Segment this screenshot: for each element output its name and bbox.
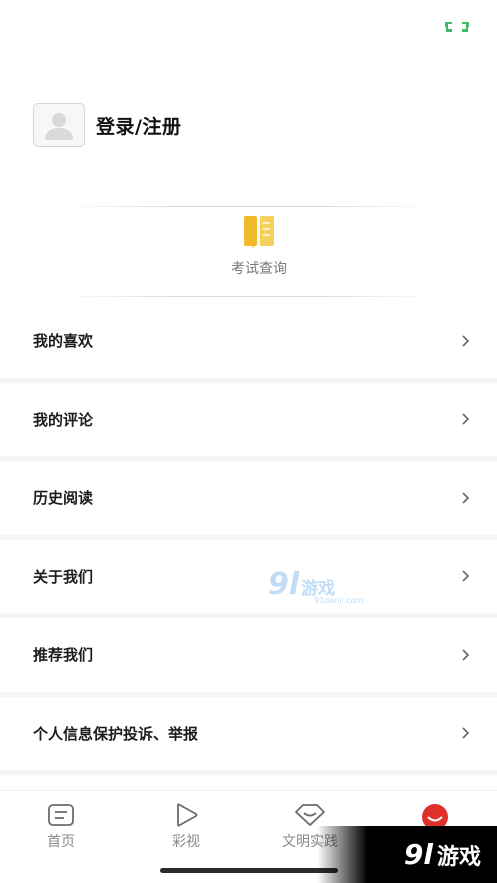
chevron-right-icon xyxy=(462,570,470,582)
user-placeholder-icon xyxy=(33,103,85,147)
tab-home[interactable]: 首页 xyxy=(16,803,106,851)
play-icon xyxy=(177,803,198,827)
settings-menu: 我的喜欢 我的评论 历史阅读 关于我们 推荐我们 个人信息保护投诉、举报 xyxy=(0,304,497,775)
chevron-right-icon xyxy=(462,335,470,347)
watermark-number: 9l xyxy=(268,567,300,602)
divider xyxy=(60,296,437,297)
menu-item-label: 个人信息保护投诉、举报 xyxy=(33,724,199,743)
menu-item-history[interactable]: 历史阅读 xyxy=(0,461,497,540)
tab-label: 彩视 xyxy=(172,834,200,850)
menu-item-comments[interactable]: 我的评论 xyxy=(0,382,497,461)
chevron-right-icon xyxy=(462,649,470,661)
menu-item-privacy-report[interactable]: 个人信息保护投诉、举报 xyxy=(0,696,497,775)
watermark-logo: 9l 游戏 91danji.com xyxy=(268,567,363,606)
menu-item-label: 推荐我们 xyxy=(33,646,94,665)
tab-video[interactable]: 彩视 xyxy=(141,803,231,851)
divider xyxy=(60,206,437,207)
expand-arrows-icon[interactable] xyxy=(444,20,470,34)
badge-number: 9l xyxy=(403,838,433,871)
exam-query-entry[interactable]: 考试查询 xyxy=(209,214,309,278)
tab-label: 首页 xyxy=(47,834,75,850)
chevron-right-icon xyxy=(462,727,470,739)
badge-text: 游戏 xyxy=(436,844,481,870)
menu-item-favorites[interactable]: 我的喜欢 xyxy=(0,304,497,383)
menu-item-label: 历史阅读 xyxy=(33,489,94,508)
watermark-url: 91danji.com xyxy=(314,596,364,605)
login-entry[interactable]: 登录/注册 xyxy=(33,103,181,147)
chevron-right-icon xyxy=(462,492,470,504)
login-register-label: 登录/注册 xyxy=(96,115,182,138)
menu-item-label: 我的评论 xyxy=(33,410,94,429)
chevron-right-icon xyxy=(462,413,470,425)
menu-item-label: 我的喜欢 xyxy=(33,332,94,351)
menu-item-recommend[interactable]: 推荐我们 xyxy=(0,618,497,697)
exam-books-icon xyxy=(244,216,274,248)
home-indicator xyxy=(160,868,338,873)
exam-query-label: 考试查询 xyxy=(231,261,287,277)
heart-diamond-icon xyxy=(295,804,325,826)
home-icon xyxy=(48,804,74,826)
menu-item-label: 关于我们 xyxy=(33,567,94,586)
corner-watermark-badge: 9l 游戏 xyxy=(317,826,497,883)
menu-item-about[interactable]: 关于我们 xyxy=(0,539,497,618)
